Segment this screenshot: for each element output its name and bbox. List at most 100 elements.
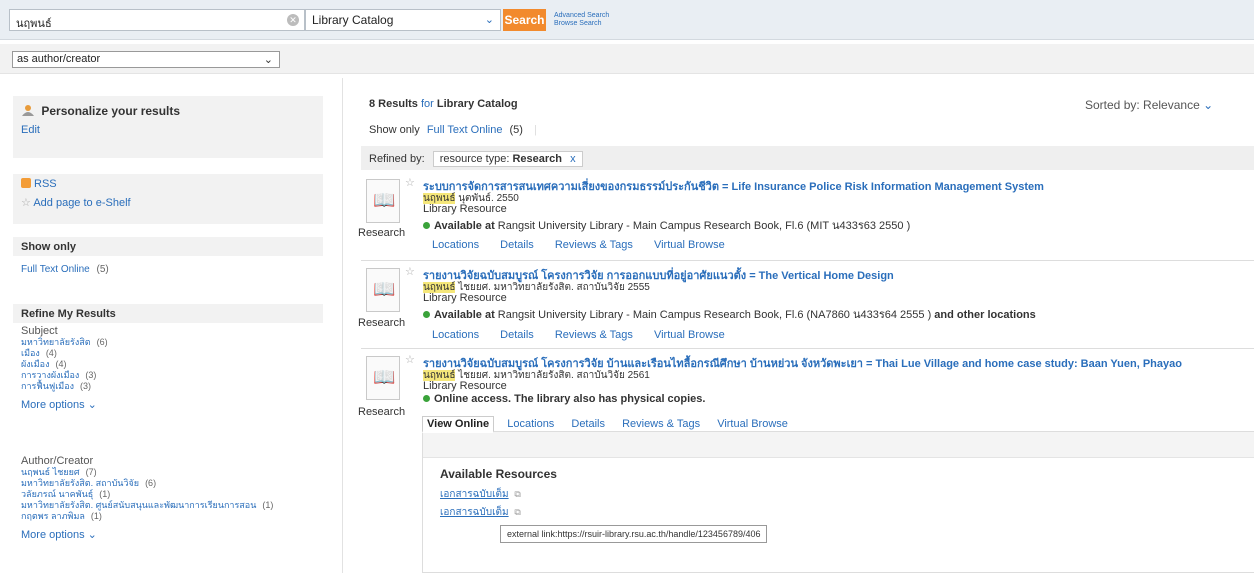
refined-by-label: Refined by: bbox=[369, 153, 425, 165]
star-icon[interactable]: ☆ bbox=[405, 353, 415, 366]
sort-control[interactable]: Sorted by: Relevance ⌄ bbox=[1085, 98, 1213, 112]
author-heading: Author/Creator bbox=[21, 455, 94, 467]
search-type-bar: as author/creator ⌄ bbox=[0, 44, 1254, 74]
divider bbox=[361, 348, 1254, 349]
author-item[interactable]: นฤพนธ์ ไชยยศ (7) bbox=[21, 467, 326, 478]
search-type-select[interactable]: as author/creator ⌄ bbox=[12, 51, 280, 68]
result-resource-type: Library Resource bbox=[423, 292, 507, 304]
full-text-count: (5) bbox=[96, 264, 109, 275]
result-item: 📖 Research ☆ ระบบการจัดการสารสนเทศความเส… bbox=[358, 176, 1254, 261]
tab-reviews[interactable]: Reviews & Tags bbox=[618, 417, 704, 431]
chevron-down-icon: ⌄ bbox=[484, 14, 494, 26]
result-resource-type: Library Resource bbox=[423, 380, 507, 392]
book-icon: 📖 bbox=[373, 367, 396, 387]
refine-chip[interactable]: resource type: Research x bbox=[432, 151, 583, 167]
author-item[interactable]: มหาวิทยาลัยรังสิต. สถาบันวิจัย (6) bbox=[21, 478, 326, 489]
show-only-label: Show only bbox=[369, 124, 420, 136]
subject-item[interactable]: การวางผังเมือง (3) bbox=[21, 370, 321, 381]
refined-by-bar: Refined by: resource type: Research x bbox=[361, 146, 1254, 170]
available-dot-icon bbox=[423, 311, 430, 318]
tab-locations[interactable]: Locations bbox=[503, 417, 558, 431]
star-icon[interactable]: ☆ bbox=[405, 176, 415, 189]
external-link-icon: ⧉ bbox=[514, 489, 521, 499]
resource-link-row[interactable]: เอกสารฉบับเต็ม ⧉ bbox=[440, 505, 521, 520]
subject-item[interactable]: มหาวิทยาลัยรังสิต (6) bbox=[21, 337, 321, 348]
view-online-panel: Available Resources เอกสารฉบับเต็ม ⧉ เอก… bbox=[422, 431, 1254, 573]
available-dot-icon bbox=[423, 222, 430, 229]
tab-view-online[interactable]: View Online bbox=[422, 416, 495, 433]
full-text-link[interactable]: เอกสารฉบับเต็ม bbox=[440, 489, 509, 500]
more-options-author[interactable]: More options ⌄ bbox=[21, 528, 326, 541]
show-only-head-box: Show only bbox=[13, 237, 323, 256]
tab-reviews[interactable]: Reviews & Tags bbox=[555, 329, 633, 341]
tab-details[interactable]: Details bbox=[567, 417, 609, 431]
personalize-label: Personalize your results bbox=[41, 104, 181, 118]
rss-row[interactable]: RSS bbox=[21, 178, 315, 190]
link-tooltip: external link:https://rsuir-library.rsu.… bbox=[500, 525, 768, 543]
chevron-down-icon: ⌄ bbox=[263, 54, 273, 66]
rss-link[interactable]: RSS bbox=[34, 178, 57, 190]
book-icon: 📖 bbox=[373, 279, 396, 299]
subject-item[interactable]: ผังเมือง (4) bbox=[21, 359, 321, 370]
availability: Online access. The library also has phys… bbox=[423, 393, 705, 405]
result-resource-type: Library Resource bbox=[423, 203, 507, 215]
rss-icon bbox=[21, 178, 31, 188]
chevron-down-icon: ⌄ bbox=[87, 529, 97, 541]
tab-virtual-browse[interactable]: Virtual Browse bbox=[654, 239, 725, 251]
edit-link[interactable]: Edit bbox=[21, 124, 315, 136]
author-item[interactable]: มหาวิทยาลัยรังสิต. ศูนย์สนับสนุนและพัฒนา… bbox=[21, 500, 326, 511]
add-page-link[interactable]: Add page to e-Shelf bbox=[33, 197, 130, 209]
remove-chip-icon[interactable]: x bbox=[570, 153, 576, 165]
search-query: นฤพนธ์ bbox=[16, 18, 52, 30]
top-search-bar: นฤพนธ์ ✕ Library Catalog ⌄ Search Advanc… bbox=[0, 0, 1254, 40]
tab-virtual-browse[interactable]: Virtual Browse bbox=[654, 329, 725, 341]
resource-link-row[interactable]: เอกสารฉบับเต็ม ⧉ bbox=[440, 487, 521, 502]
availability: Available at Rangsit University Library … bbox=[423, 305, 1036, 323]
scope-value: Library Catalog bbox=[312, 13, 394, 27]
clear-search-icon[interactable]: ✕ bbox=[287, 14, 299, 26]
tab-details[interactable]: Details bbox=[500, 239, 534, 251]
more-options-subject[interactable]: More options ⌄ bbox=[21, 398, 321, 411]
tab-reviews[interactable]: Reviews & Tags bbox=[555, 239, 633, 251]
divider bbox=[361, 260, 1254, 261]
full-text-link[interactable]: เอกสารฉบับเต็ม bbox=[440, 507, 509, 518]
refine-head-box: Refine My Results bbox=[13, 304, 323, 323]
left-sidebar: Personalize your results Edit RSS ☆ Add … bbox=[13, 96, 323, 541]
tab-virtual-browse[interactable]: Virtual Browse bbox=[713, 417, 792, 431]
panel-header bbox=[423, 432, 1254, 458]
star-icon: ☆ bbox=[21, 197, 31, 209]
full-text-facet[interactable]: Full Text Online bbox=[21, 264, 90, 275]
personalize-box: Personalize your results Edit bbox=[13, 96, 323, 158]
add-page-row[interactable]: ☆ Add page to e-Shelf bbox=[21, 196, 315, 209]
chevron-down-icon: ⌄ bbox=[87, 399, 97, 411]
tab-locations[interactable]: Locations bbox=[432, 329, 479, 341]
show-only-heading: Show only bbox=[21, 241, 76, 253]
advanced-search-link[interactable]: Advanced Search bbox=[554, 12, 609, 20]
resource-type-label: Research bbox=[358, 227, 406, 239]
scope-select[interactable]: Library Catalog ⌄ bbox=[305, 9, 501, 31]
author-item[interactable]: วลัยภรณ์ นาคพันธุ์ (1) bbox=[21, 489, 326, 500]
search-input[interactable]: นฤพนธ์ ✕ bbox=[9, 9, 305, 31]
results-count: 8 Results for Library Catalog bbox=[369, 98, 518, 110]
subject-item[interactable]: เมือง (4) bbox=[21, 348, 321, 359]
star-icon[interactable]: ☆ bbox=[405, 265, 415, 278]
author-facet: Author/Creator นฤพนธ์ ไชยยศ (7) มหาวิทยาล… bbox=[21, 455, 326, 541]
rss-box: RSS ☆ Add page to e-Shelf bbox=[13, 174, 323, 224]
subject-heading: Subject bbox=[21, 325, 58, 337]
search-button[interactable]: Search bbox=[503, 9, 546, 31]
personalize-heading: Personalize your results bbox=[21, 104, 315, 118]
subject-item[interactable]: การฟื้นฟูเมือง (3) bbox=[21, 381, 321, 392]
book-thumbnail[interactable]: 📖 bbox=[366, 179, 400, 223]
external-link-icon: ⧉ bbox=[514, 507, 521, 517]
search-type-value: as author/creator bbox=[17, 53, 101, 65]
full-text-online-link[interactable]: Full Text Online bbox=[427, 124, 503, 136]
item3-tabs: View Online Locations Details Reviews & … bbox=[422, 416, 798, 433]
book-thumbnail[interactable]: 📖 bbox=[366, 356, 400, 400]
show-only-facet[interactable]: Full Text Online (5) bbox=[21, 264, 109, 275]
tab-details[interactable]: Details bbox=[500, 329, 534, 341]
tab-locations[interactable]: Locations bbox=[432, 239, 479, 251]
subject-facet: Subject มหาวิทยาลัยรังสิต (6) เมือง (4) ผั… bbox=[21, 325, 321, 411]
book-thumbnail[interactable]: 📖 bbox=[366, 268, 400, 312]
browse-search-link[interactable]: Browse Search bbox=[554, 20, 609, 28]
author-item[interactable]: กฤตพร ลาภพิมล (1) bbox=[21, 511, 326, 522]
